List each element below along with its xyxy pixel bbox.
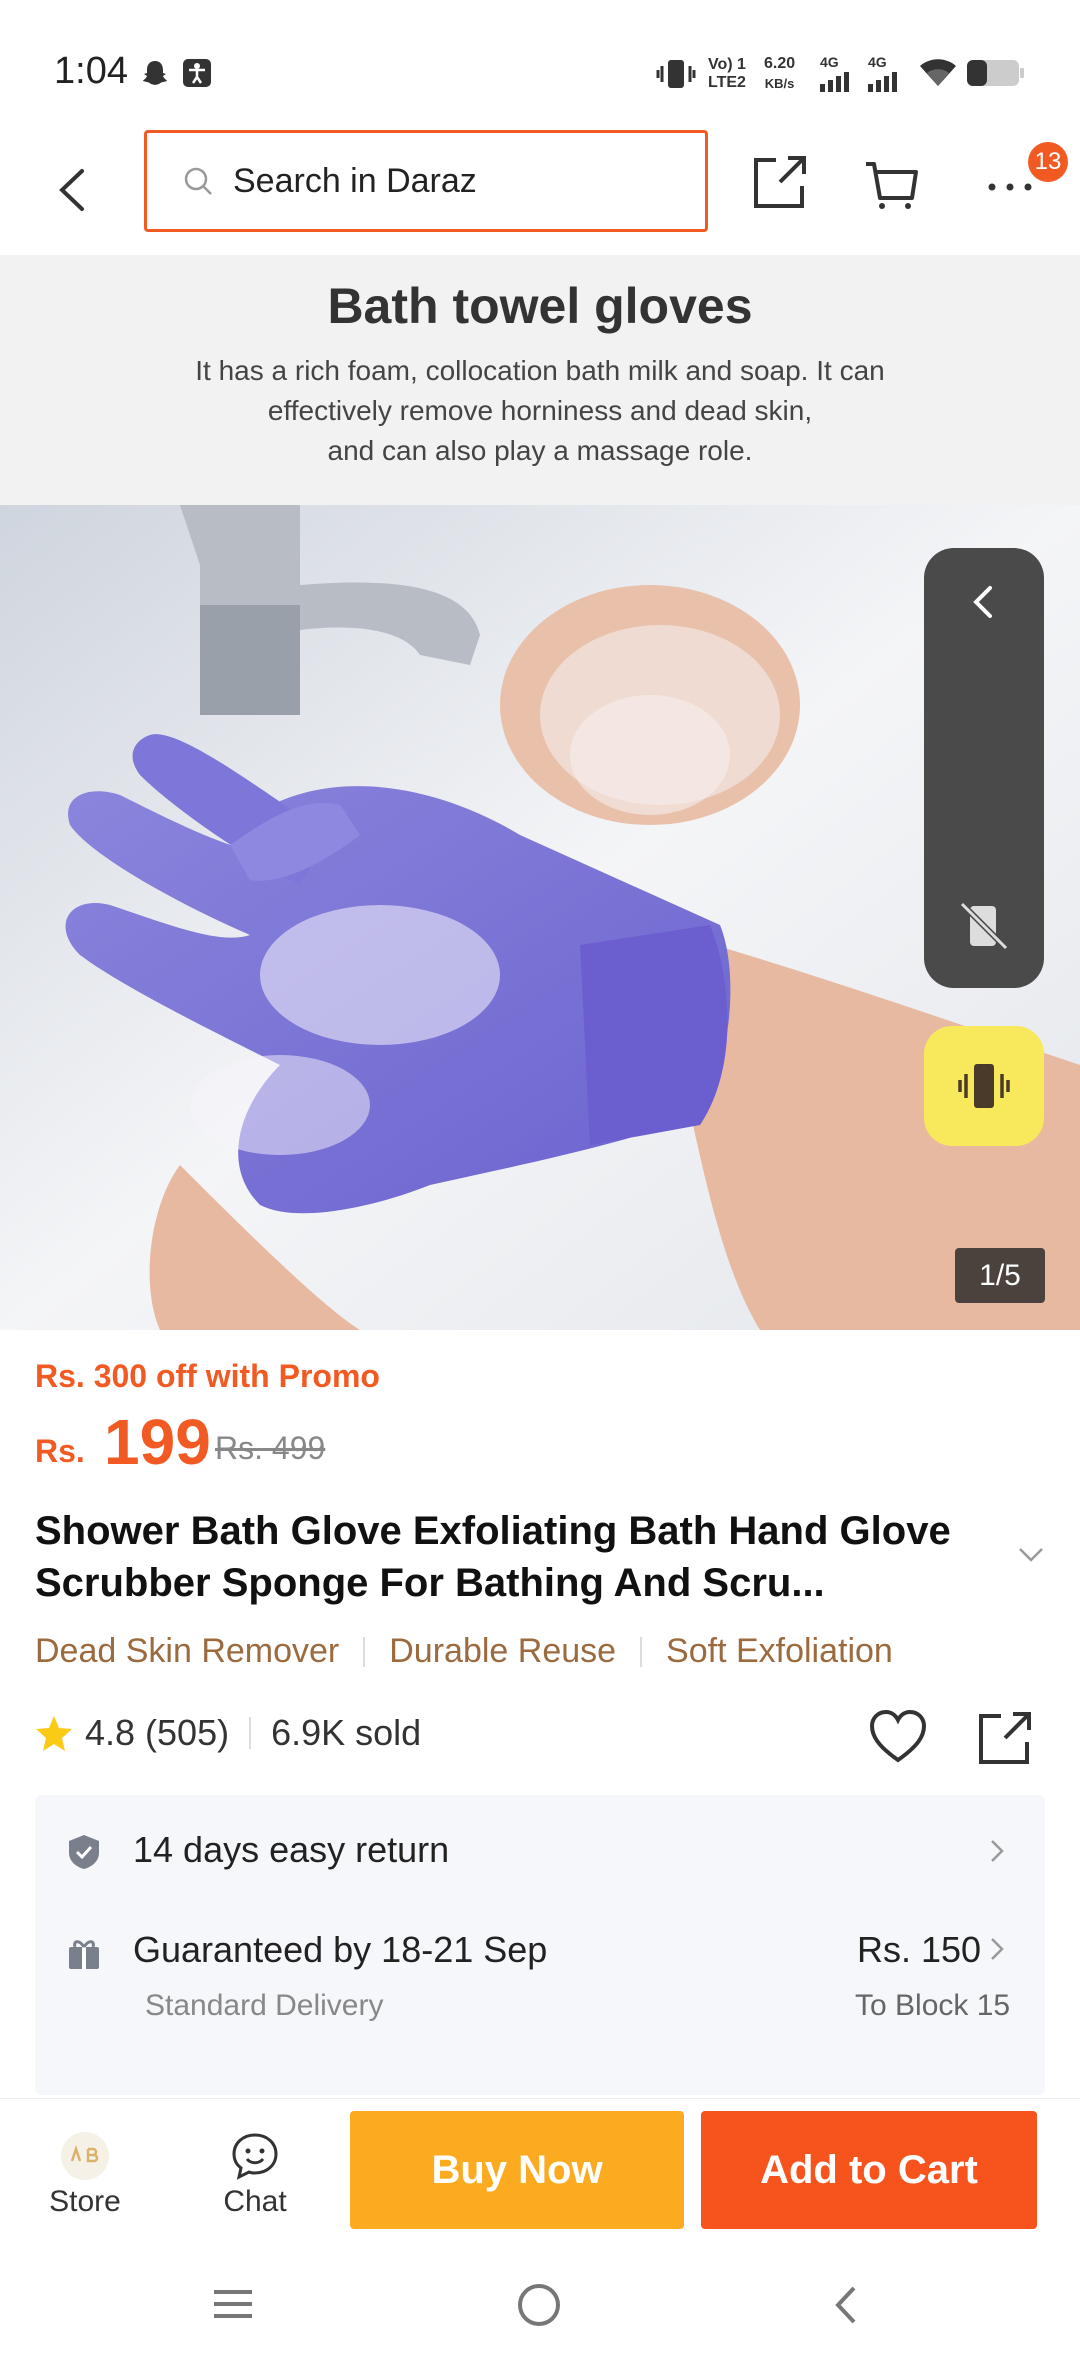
- share-icon[interactable]: [975, 1708, 1035, 1768]
- delivery-fee: Rs. 150: [857, 1929, 982, 1970]
- search-icon: [184, 167, 212, 195]
- gift-box-icon: [69, 1940, 99, 1969]
- sold-count: 6.9K sold: [271, 1712, 422, 1753]
- lte-label: LTE2: [708, 74, 746, 91]
- signal-bars-icon: [820, 72, 849, 92]
- product-title: Shower Bath Glove Exfoliating Bath Hand …: [35, 1509, 951, 1605]
- store-logo-icon: [61, 2132, 109, 2180]
- banner-description: It has a rich foam, collocation bath mil…: [120, 351, 960, 471]
- cart-icon[interactable]: [862, 154, 922, 214]
- product-tags: Dead Skin Remover Durable Reuse Soft Exf…: [35, 1632, 893, 1671]
- buy-now-button[interactable]: Buy Now: [350, 2111, 684, 2229]
- status-time: 1:04: [54, 50, 128, 92]
- tag-item: Dead Skin Remover: [35, 1632, 340, 1670]
- divider: [640, 1636, 643, 1667]
- tag-item: Soft Exfoliation: [666, 1632, 893, 1670]
- rating-value: 4.8 (505): [85, 1712, 230, 1753]
- status-bar: 1:04 Vo) 1 LTE2 6.20 KB/s 4G 4G: [0, 0, 1080, 130]
- tag-item: Durable Reuse: [389, 1632, 617, 1670]
- vibrate-button[interactable]: [924, 1026, 1044, 1146]
- services-panel: 14 days easy return Guaranteed by 18-21 …: [35, 1795, 1045, 2095]
- promo-text[interactable]: Rs. 300 off with Promo: [35, 1358, 380, 1395]
- top-nav: Search in Daraz 13: [0, 130, 1080, 255]
- chat-icon: [232, 2133, 278, 2180]
- back-icon[interactable]: [828, 2282, 864, 2328]
- collapse-arrow-icon[interactable]: [960, 578, 1008, 626]
- chevron-right-icon: [991, 1840, 1004, 1862]
- signal-2: 4G: [868, 54, 904, 97]
- bottom-action-bar: Store Chat Buy Now Add to Cart: [0, 2098, 1080, 2248]
- banner-line: and can also play a massage role.: [327, 435, 753, 466]
- banner-line: It has a rich foam, collocation bath mil…: [195, 355, 885, 386]
- snapchat-icon: [143, 61, 167, 85]
- heart-icon[interactable]: [868, 1708, 928, 1768]
- system-nav-bar: [0, 2248, 1080, 2358]
- signal-1: 4G: [820, 54, 856, 97]
- search-placeholder: Search in Daraz: [233, 161, 477, 200]
- vibrate-icon: [958, 1064, 1010, 1108]
- vibrate-icon: [656, 60, 696, 88]
- product-banner: Bath towel gloves It has a rich foam, co…: [0, 255, 1080, 505]
- home-icon[interactable]: [516, 2282, 562, 2328]
- delivery-type: Standard Delivery: [145, 1989, 384, 2022]
- star-icon: [36, 1716, 72, 1751]
- battery-icon: [967, 60, 1024, 86]
- divider: [363, 1636, 366, 1667]
- chat-button[interactable]: Chat: [200, 2131, 310, 2219]
- delivery-row[interactable]: Guaranteed by 18-21 Sep Standard Deliver…: [35, 1905, 1045, 2055]
- store-button[interactable]: Store: [30, 2131, 140, 2219]
- search-input[interactable]: Search in Daraz: [144, 130, 708, 232]
- return-text: 14 days easy return: [133, 1829, 450, 1870]
- net-speed-unit: KB/s: [764, 76, 795, 91]
- delivery-location: To Block 15: [855, 1989, 1011, 2022]
- price-currency: Rs.: [35, 1433, 85, 1469]
- banner-title: Bath towel gloves: [327, 278, 753, 334]
- share-icon[interactable]: [750, 152, 810, 212]
- image-counter: 1/5: [955, 1248, 1045, 1303]
- delivery-date: Guaranteed by 18-21 Sep: [133, 1929, 548, 1970]
- cart-badge: 13: [1028, 142, 1068, 182]
- chevron-right-icon: [991, 1938, 1004, 1960]
- mute-icon[interactable]: [956, 898, 1012, 954]
- glove-photo: [0, 505, 1080, 1330]
- chevron-down-icon[interactable]: [1016, 1545, 1046, 1565]
- banner-line: effectively remove horniness and dead sk…: [267, 395, 813, 426]
- accessibility-icon: [183, 59, 211, 87]
- signal-bars-icon: [868, 72, 897, 92]
- video-control-panel: [924, 548, 1044, 988]
- price: 199: [104, 1406, 211, 1478]
- add-to-cart-button[interactable]: Add to Cart: [701, 2111, 1037, 2229]
- net-speed: 6.20: [764, 55, 796, 72]
- divider: [249, 1717, 252, 1749]
- rating-row[interactable]: 4.8 (505) 6.9K sold: [35, 1712, 421, 1754]
- menu-icon[interactable]: [210, 2284, 256, 2324]
- shield-icon: [69, 1835, 99, 1869]
- return-row[interactable]: 14 days easy return: [35, 1795, 1045, 1905]
- chat-label: Chat: [223, 2185, 287, 2218]
- original-price: Rs. 499: [215, 1430, 326, 1466]
- wifi-icon: [920, 59, 956, 86]
- product-image[interactable]: [0, 505, 1080, 1330]
- store-label: Store: [49, 2185, 121, 2218]
- back-arrow-icon[interactable]: [50, 155, 100, 225]
- volte-label: Vo) 1: [708, 56, 746, 73]
